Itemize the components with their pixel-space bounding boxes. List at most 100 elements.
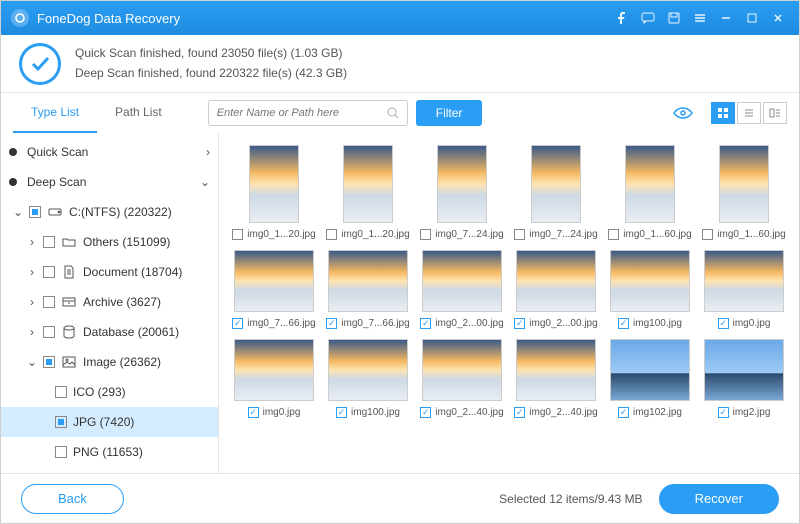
thumbnail[interactable]: img0_7...66.jpg — [231, 250, 317, 329]
thumbnail[interactable]: img0_7...24.jpg — [513, 145, 599, 240]
feedback-icon[interactable] — [637, 7, 659, 29]
tree-label: Others (151099) — [83, 235, 170, 249]
thumb-image — [437, 145, 487, 223]
chevron-right-icon: › — [27, 235, 37, 249]
preview-icon[interactable] — [669, 102, 697, 124]
thumbnail[interactable]: img0_2...40.jpg — [419, 339, 505, 418]
footer: Back Selected 12 items/9.43 MB Recover — [1, 473, 799, 523]
checkbox[interactable] — [718, 407, 729, 418]
tree-drive[interactable]: ⌄C:(NTFS) (220322) — [1, 197, 218, 227]
checkbox[interactable] — [702, 229, 713, 240]
thumbnail[interactable]: img100.jpg — [607, 250, 693, 329]
filename: img0_2...00.jpg — [529, 318, 597, 329]
tree-png[interactable]: PNG (11653) — [1, 437, 218, 467]
checkbox[interactable] — [248, 407, 259, 418]
close-icon[interactable] — [767, 7, 789, 29]
thumb-image — [328, 339, 408, 401]
tree-label: Image (26362) — [83, 355, 161, 369]
thumbnail[interactable]: img0_7...24.jpg — [419, 145, 505, 240]
thumbnail[interactable]: img0_2...00.jpg — [513, 250, 599, 329]
checkbox[interactable] — [718, 318, 729, 329]
thumbnail-grid: img0_1...20.jpg img0_1...20.jpg img0_7..… — [219, 133, 799, 473]
tree-ico[interactable]: ICO (293) — [1, 377, 218, 407]
checkbox[interactable] — [55, 416, 67, 428]
save-icon[interactable] — [663, 7, 685, 29]
checkbox[interactable] — [43, 266, 55, 278]
chevron-down-icon: ⌄ — [13, 205, 23, 219]
tree-image[interactable]: ⌄ Image (26362) — [1, 347, 218, 377]
view-detail-button[interactable] — [763, 102, 787, 124]
filename: img0_2...00.jpg — [435, 318, 503, 329]
thumb-image — [249, 145, 299, 223]
menu-icon[interactable] — [689, 7, 711, 29]
search-box[interactable] — [208, 100, 408, 126]
filename: img0_1...20.jpg — [247, 229, 315, 240]
filter-button[interactable]: Filter — [416, 100, 483, 126]
thumbnail[interactable]: img100.jpg — [325, 339, 411, 418]
search-icon — [387, 107, 399, 119]
thumbnail[interactable]: img0_1...60.jpg — [607, 145, 693, 240]
filename: img102.jpg — [633, 407, 682, 418]
tab-type-list[interactable]: Type List — [13, 93, 97, 133]
checkbox[interactable] — [514, 318, 525, 329]
thumbnail[interactable]: img0_1...20.jpg — [231, 145, 317, 240]
tab-path-list[interactable]: Path List — [97, 93, 180, 133]
checkbox[interactable] — [608, 229, 619, 240]
checkbox[interactable] — [420, 229, 431, 240]
thumbnail[interactable]: img0_1...20.jpg — [325, 145, 411, 240]
checkbox[interactable] — [618, 318, 629, 329]
checkbox[interactable] — [43, 326, 55, 338]
tree-database[interactable]: ›Database (20061) — [1, 317, 218, 347]
checkbox[interactable] — [420, 407, 431, 418]
checkbox[interactable] — [43, 236, 55, 248]
checkbox[interactable] — [232, 318, 243, 329]
thumbnail[interactable]: img0.jpg — [231, 339, 317, 418]
thumb-image — [531, 145, 581, 223]
checkbox[interactable] — [55, 446, 67, 458]
checkbox[interactable] — [43, 296, 55, 308]
tree-others[interactable]: › Others (151099) — [1, 227, 218, 257]
checkbox[interactable] — [618, 407, 629, 418]
back-button[interactable]: Back — [21, 484, 124, 514]
tree-label: JPG (7420) — [73, 415, 134, 429]
thumbnail[interactable]: img0_2...00.jpg — [419, 250, 505, 329]
view-list-button[interactable] — [737, 102, 761, 124]
recover-button[interactable]: Recover — [659, 484, 779, 514]
thumbnail[interactable]: img0_1...60.jpg — [701, 145, 787, 240]
thumb-image — [610, 339, 690, 401]
checkbox[interactable] — [43, 356, 55, 368]
view-grid-button[interactable] — [711, 102, 735, 124]
thumb-image — [422, 250, 502, 312]
checkbox[interactable] — [326, 229, 337, 240]
checkbox[interactable] — [55, 386, 67, 398]
check-circle-icon — [19, 43, 61, 85]
tree-quick-scan[interactable]: Quick Scan› — [1, 137, 218, 167]
search-input[interactable] — [217, 107, 387, 119]
checkbox[interactable] — [514, 407, 525, 418]
filename: img0_7...24.jpg — [435, 229, 503, 240]
checkbox[interactable] — [336, 407, 347, 418]
drive-icon — [47, 206, 63, 218]
thumbnail[interactable]: img102.jpg — [607, 339, 693, 418]
tree-deep-scan[interactable]: Deep Scan⌄ — [1, 167, 218, 197]
thumbnail[interactable]: img0_2...40.jpg — [513, 339, 599, 418]
chevron-down-icon: ⌄ — [27, 355, 37, 369]
chevron-right-icon: › — [27, 295, 37, 309]
minimize-icon[interactable] — [715, 7, 737, 29]
tree-label: Archive (3627) — [83, 295, 161, 309]
facebook-icon[interactable] — [611, 7, 633, 29]
thumbnail[interactable]: img2.jpg — [701, 339, 787, 418]
checkbox[interactable] — [232, 229, 243, 240]
checkbox[interactable] — [29, 206, 41, 218]
tree-document[interactable]: ›Document (18704) — [1, 257, 218, 287]
tree-archive[interactable]: › Archive (3627) — [1, 287, 218, 317]
thumbnail[interactable]: img0.jpg — [701, 250, 787, 329]
tree-jpg[interactable]: JPG (7420) — [1, 407, 218, 437]
maximize-icon[interactable] — [741, 7, 763, 29]
status-line-quick: Quick Scan finished, found 23050 file(s)… — [75, 44, 347, 63]
checkbox[interactable] — [514, 229, 525, 240]
checkbox[interactable] — [326, 318, 337, 329]
thumbnail[interactable]: img0_7...66.jpg — [325, 250, 411, 329]
thumb-image — [719, 145, 769, 223]
checkbox[interactable] — [420, 318, 431, 329]
